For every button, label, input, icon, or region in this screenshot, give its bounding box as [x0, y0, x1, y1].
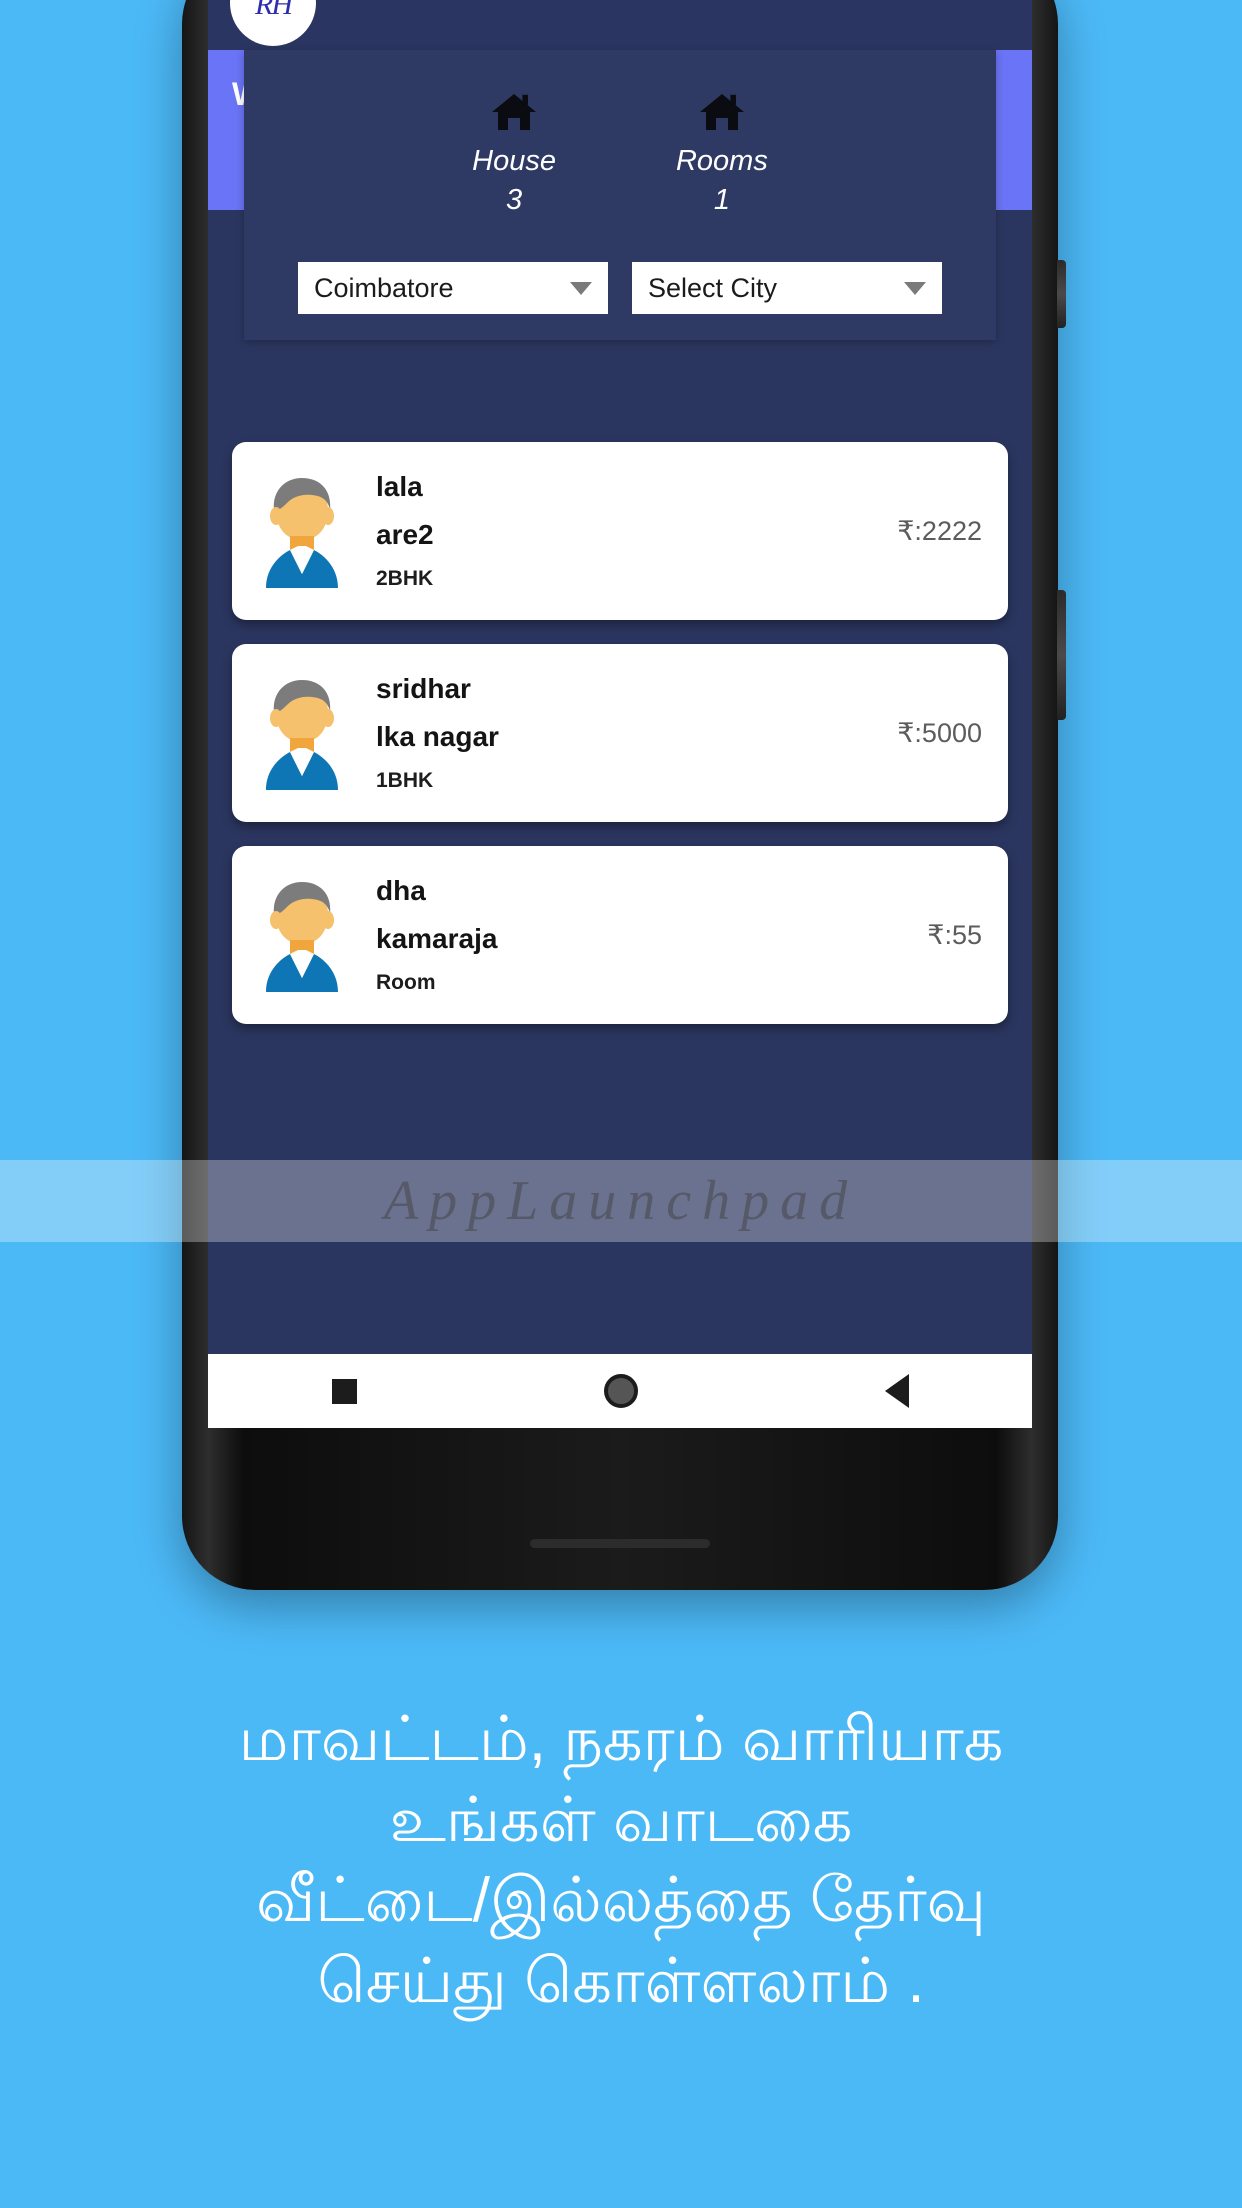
- app-bar: RH Rental House Logout: [208, 0, 1032, 50]
- chevron-down-icon: [904, 281, 926, 295]
- district-dropdown-value: Coimbatore: [314, 272, 454, 303]
- watermark-label: AppLaunchpad: [383, 1170, 859, 1232]
- listing-details: lala are2 2BHK: [354, 471, 897, 591]
- city-dropdown[interactable]: Select City: [632, 262, 942, 315]
- phone-volume-button: [1057, 260, 1066, 328]
- user-avatar-icon: [250, 470, 354, 593]
- phone-power-button: [1057, 590, 1066, 720]
- phone-speaker-grille: [530, 1539, 710, 1548]
- stat-house-label: House: [472, 145, 556, 177]
- listing-price: ₹:55: [927, 919, 982, 950]
- list-item[interactable]: dha kamaraja Room ₹:55: [232, 846, 1008, 1024]
- summary-panel: House 3 Rooms 1 Coimbatore Select City: [244, 50, 996, 341]
- house-icon: [676, 90, 768, 134]
- circle-icon[interactable]: [603, 1374, 638, 1408]
- chevron-down-icon: [570, 281, 592, 295]
- square-icon[interactable]: [331, 1378, 357, 1404]
- triangle-back-icon[interactable]: [884, 1374, 909, 1408]
- stat-rooms: Rooms 1: [676, 90, 768, 220]
- android-nav-bar: [208, 1354, 1032, 1428]
- listing-area: lala are2 2BHK ₹:2222 sridhar lka nagar …: [208, 416, 1032, 1024]
- page-title: Rental House: [276, 0, 1010, 9]
- listing-details: dha kamaraja Room: [354, 875, 927, 995]
- list-item[interactable]: sridhar lka nagar 1BHK ₹:5000: [232, 644, 1008, 822]
- stat-house: House 3: [472, 90, 556, 220]
- user-avatar-icon: [250, 672, 354, 795]
- listing-name: sridhar: [376, 673, 471, 704]
- watermark-band: AppLaunchpad: [0, 1160, 1242, 1242]
- listing-details: sridhar lka nagar 1BHK: [354, 673, 897, 793]
- filter-row: Coimbatore Select City: [244, 262, 996, 315]
- stat-house-value: 3: [506, 184, 523, 217]
- city-dropdown-value: Select City: [648, 272, 778, 303]
- stats-row: House 3 Rooms 1: [244, 72, 996, 230]
- listing-address: kamaraja: [376, 923, 498, 954]
- user-avatar-icon: [250, 874, 354, 997]
- district-dropdown[interactable]: Coimbatore: [298, 262, 608, 315]
- listing-price: ₹:2222: [897, 515, 982, 546]
- listing-address: are2: [376, 519, 434, 550]
- listing-address: lka nagar: [376, 721, 499, 752]
- listing-type: 2BHK: [376, 567, 434, 590]
- list-item[interactable]: lala are2 2BHK ₹:2222: [232, 442, 1008, 620]
- stat-rooms-value: 1: [713, 184, 730, 217]
- listing-type: 1BHK: [376, 769, 434, 792]
- caption-line-4: செய்து கொள்ளலாம் .: [317, 1946, 925, 2016]
- house-icon: [472, 90, 556, 134]
- listing-type: Room: [376, 971, 436, 994]
- caption-line-3: வீட்டை/இல்லத்தை தேர்வு: [256, 1866, 986, 1936]
- caption-line-2: உங்கள் வாடகை: [389, 1785, 853, 1855]
- caption-text: மாவட்டம், நகரம் வாரியாக உங்கள் வாடகை வீட…: [0, 1700, 1242, 2022]
- listing-price: ₹:5000: [897, 717, 982, 748]
- caption-line-1: மாவட்டம், நகரம் வாரியாக: [238, 1705, 1004, 1774]
- listing-name: dha: [376, 875, 426, 906]
- listing-name: lala: [376, 471, 423, 502]
- stat-rooms-label: Rooms: [675, 145, 768, 177]
